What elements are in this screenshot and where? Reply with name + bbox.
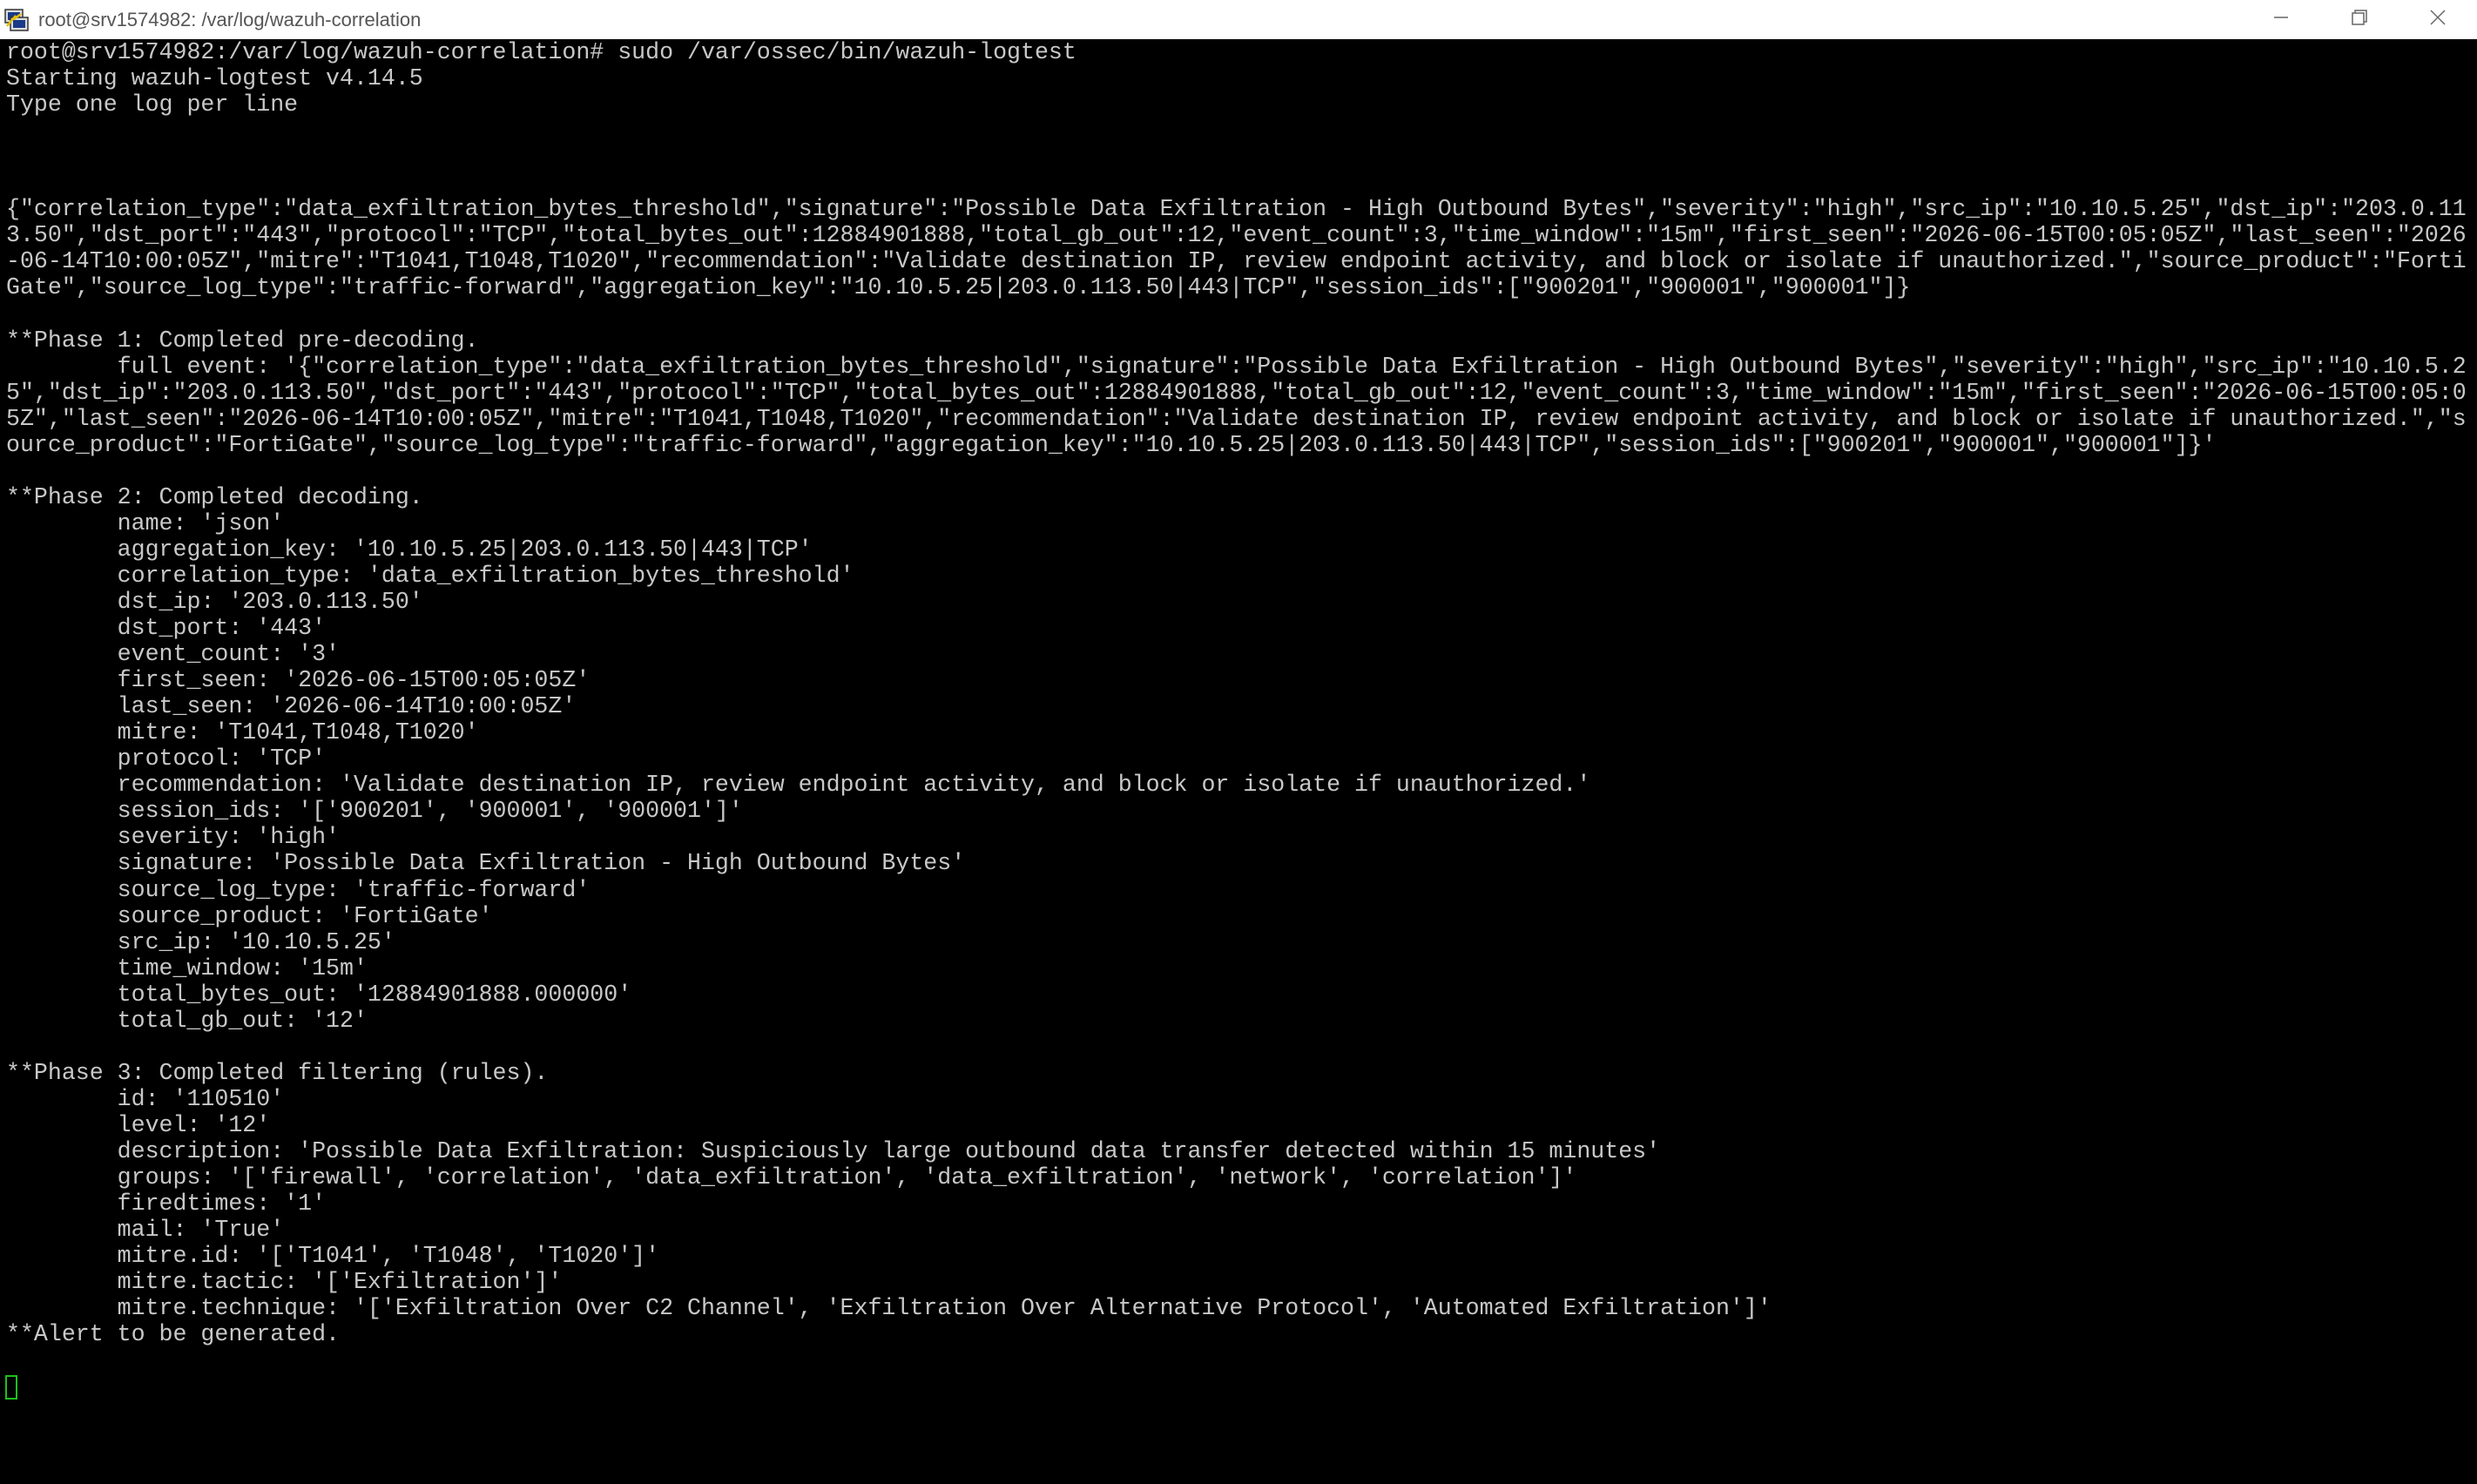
terminal-line: time_window: '15m' bbox=[6, 954, 368, 981]
terminal-line: correlation_type: 'data_exfiltration_byt… bbox=[6, 562, 854, 589]
terminal-line: dst_port: '443' bbox=[6, 615, 327, 642]
terminal-line: source_log_type: 'traffic-forward' bbox=[6, 876, 591, 903]
terminal-line: name: 'json' bbox=[6, 509, 285, 536]
terminal-line: description: 'Possible Data Exfiltration… bbox=[6, 1137, 1661, 1164]
terminal-line: {"correlation_type":"data_exfiltration_b… bbox=[6, 196, 2467, 223]
close-button[interactable] bbox=[2399, 0, 2477, 39]
terminal-line: dst_ip: '203.0.113.50' bbox=[6, 588, 423, 615]
terminal-line: level: '12' bbox=[6, 1111, 271, 1138]
terminal-line: severity: 'high' bbox=[6, 824, 341, 851]
terminal-line: total_gb_out: '12' bbox=[6, 1007, 368, 1034]
terminal-line: firedtimes: '1' bbox=[6, 1191, 327, 1218]
terminal-line: mail: 'True' bbox=[6, 1217, 285, 1244]
terminal-cursor bbox=[5, 1375, 17, 1400]
terminal-line: Starting wazuh-logtest v4.14.5 bbox=[6, 65, 423, 92]
terminal-line: 5","dst_ip":"203.0.113.50","dst_port":"4… bbox=[6, 379, 2467, 406]
terminal-line: mitre.technique: '['Exfiltration Over C2… bbox=[6, 1295, 1772, 1322]
terminal-line: 3.50","dst_port":"443","protocol":"TCP",… bbox=[6, 222, 2467, 249]
terminal-line: **Phase 1: Completed pre-decoding. bbox=[6, 327, 479, 354]
terminal-line: protocol: 'TCP' bbox=[6, 745, 327, 772]
terminal-line: id: '110510' bbox=[6, 1085, 285, 1112]
terminal-line: mitre: 'T1041,T1048,T1020' bbox=[6, 719, 479, 746]
terminal-line: -06-14T10:00:05Z","mitre":"T1041,T1048,T… bbox=[6, 248, 2467, 275]
window-title: root@srv1574982: /var/log/wazuh-correlat… bbox=[38, 8, 422, 30]
terminal-line: **Phase 3: Completed filtering (rules). bbox=[6, 1059, 549, 1086]
window-titlebar[interactable]: root@srv1574982: /var/log/wazuh-correlat… bbox=[0, 0, 2477, 40]
terminal-output-area[interactable]: root@srv1574982:/var/log/wazuh-correlati… bbox=[0, 39, 2477, 1484]
terminal-line: src_ip: '10.10.5.25' bbox=[6, 928, 395, 955]
terminal-line: Type one log per line bbox=[6, 91, 299, 118]
terminal-line: ource_product":"FortiGate","source_log_t… bbox=[6, 431, 2217, 458]
close-icon bbox=[2428, 8, 2447, 31]
terminal-line: groups: '['firewall', 'correlation', 'da… bbox=[6, 1164, 1577, 1191]
terminal-line: last_seen: '2026-06-14T10:00:05Z' bbox=[6, 693, 577, 720]
terminal-line: full event: '{"correlation_type":"data_e… bbox=[6, 353, 2467, 380]
terminal-text: root@srv1574982:/var/log/wazuh-correlati… bbox=[0, 39, 2477, 1347]
terminal-line: first_seen: '2026-06-15T00:05:05Z' bbox=[6, 667, 591, 694]
terminal-line: **Phase 2: Completed decoding. bbox=[6, 483, 423, 510]
maximize-button[interactable] bbox=[2320, 0, 2399, 39]
minimize-icon bbox=[2272, 9, 2290, 30]
terminal-line: signature: 'Possible Data Exfiltration -… bbox=[6, 850, 966, 877]
terminal-line: root@srv1574982:/var/log/wazuh-correlati… bbox=[6, 39, 1077, 65]
terminal-line: recommendation: 'Validate destination IP… bbox=[6, 772, 1591, 799]
terminal-line: mitre.id: '['T1041', 'T1048', 'T1020']' bbox=[6, 1243, 660, 1270]
minimize-button[interactable] bbox=[2242, 0, 2320, 39]
terminal-line: event_count: '3' bbox=[6, 641, 341, 668]
terminal-line: mitre.tactic: '['Exfiltration']' bbox=[6, 1269, 563, 1296]
terminal-line: **Alert to be generated. bbox=[6, 1321, 341, 1348]
terminal-line: 5Z","last_seen":"2026-06-14T10:00:05Z","… bbox=[6, 405, 2467, 432]
terminal-line: session_ids: '['900201', '900001', '9000… bbox=[6, 798, 743, 825]
terminal-line: source_product: 'FortiGate' bbox=[6, 902, 493, 929]
maximize-icon bbox=[2350, 8, 2369, 31]
terminal-line: Gate","source_log_type":"traffic-forward… bbox=[6, 274, 1911, 301]
putty-terminal-icon bbox=[3, 7, 30, 33]
terminal-line: aggregation_key: '10.10.5.25|203.0.113.5… bbox=[6, 536, 813, 563]
terminal-line: total_bytes_out: '12884901888.000000' bbox=[6, 981, 632, 1008]
